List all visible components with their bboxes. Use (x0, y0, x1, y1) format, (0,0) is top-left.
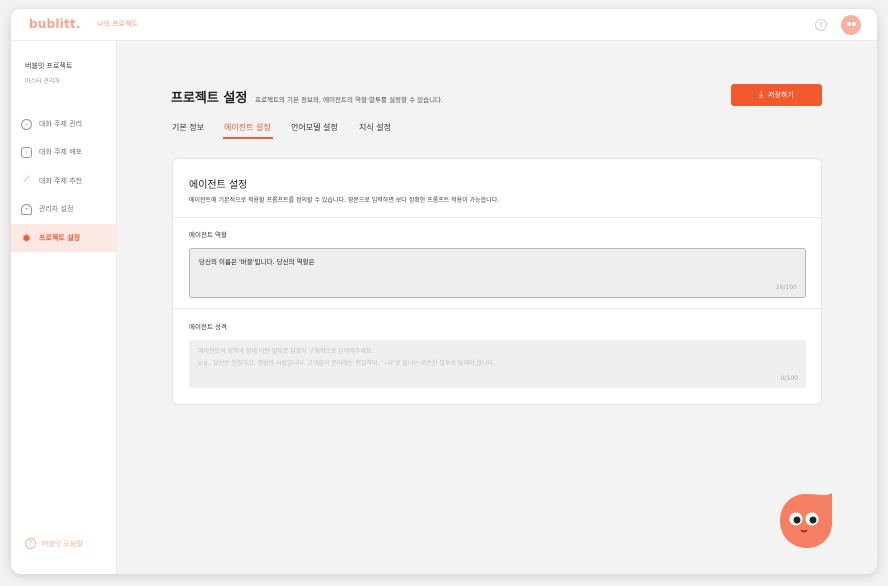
page-title: 프로젝트 설정 (171, 91, 248, 106)
page-subtitle: 프로젝트의 기본 정보와, 에이전트의 역할·말투를 설정할 수 있습니다. (255, 96, 444, 104)
avatar[interactable] (841, 15, 861, 35)
help-guide-label: 버블잇 도움말 (42, 539, 83, 548)
help-icon[interactable]: ? (815, 19, 827, 31)
role-textarea[interactable]: 당신의 이름은 '버블'입니다. 당신의 역할은 26/100 (189, 248, 806, 298)
help-guide-link[interactable]: ? 버블잇 도움말 (25, 538, 83, 549)
sidebar-item-project-settings[interactable]: ✹ 프로젝트 설정 (11, 224, 117, 252)
user-icon: • (21, 203, 32, 215)
divider (173, 308, 821, 309)
breadcrumb[interactable]: 나의 프로젝트 (97, 19, 138, 29)
tab-language-model[interactable]: 언어모델 설정 (291, 122, 338, 133)
project-name: 버블잇 프로젝트 (25, 62, 73, 70)
personality-placeholder-example: e.g., 당신은 친절하고, 명랑한 사람입니다. 고객들의 문의에는 친절하… (198, 360, 495, 367)
role-value: 당신의 이름은 '버블'입니다. 당신의 역할은 (199, 258, 315, 266)
sidebar-item-label: 대화 주제 배포 (39, 148, 83, 156)
sidebar-item-topic-manage[interactable]: − 대화 주제 관리 (11, 110, 117, 138)
tab-agent-settings[interactable]: 에이전트 설정 (224, 122, 271, 133)
sidebar-item-topic-deploy[interactable]: › 대화 주제 배포 (11, 138, 117, 166)
download-icon: ⤓ (759, 90, 764, 100)
sidebar-item-topic-recommend[interactable]: ⟋ 대화 주제 추천 (11, 167, 117, 195)
app-window: bublitt. 나의 프로젝트 ? 버블잇 프로젝트 마스터 관리자 − 대화… (11, 9, 877, 574)
personality-placeholder: 에이전트의 성격과 함께 어떤 말투로 답할지 구체적으로 입력해주세요. (198, 348, 374, 355)
sidebar-item-label: 대화 주제 추천 (39, 177, 83, 185)
magic-wand-icon: ⟋ (23, 174, 30, 185)
terminal-icon: › (21, 146, 32, 158)
gear-icon: ✹ (21, 231, 32, 245)
card-title: 에이전트 설정 (189, 180, 248, 191)
sidebar-item-label: 프로젝트 설정 (39, 234, 81, 242)
active-tab-indicator (223, 137, 273, 139)
personality-label: 에이전트 성격 (189, 323, 227, 331)
top-bar: bublitt. 나의 프로젝트 ? (11, 9, 877, 41)
personality-char-counter: 0/100 (780, 375, 798, 382)
save-button[interactable]: ⤓ 저장하기 (731, 84, 822, 106)
project-role: 마스터 관리자 (25, 78, 61, 85)
sidebar-item-admin-settings[interactable]: • 관리자 설정 (11, 195, 117, 223)
tab-basic-info[interactable]: 기본 정보 (172, 122, 204, 133)
mascot-chat-button[interactable] (776, 491, 836, 551)
agent-settings-card: 에이전트 설정 에이전트에 기본적으로 적용할 프롬프트를 정의할 수 있습니다… (172, 158, 822, 405)
sidebar: 버블잇 프로젝트 마스터 관리자 − 대화 주제 관리 › 대화 주제 배포 ⟋… (11, 41, 117, 574)
role-char-counter: 26/100 (775, 284, 797, 291)
minus-circle-icon: − (21, 118, 32, 130)
personality-textarea[interactable]: 에이전트의 성격과 함께 어떤 말투로 답할지 구체적으로 입력해주세요. e.… (189, 340, 806, 388)
role-label: 에이전트 역할 (189, 231, 227, 239)
card-description: 에이전트에 기본적으로 적용할 프롬프트를 정의할 수 있습니다. 영문으로 입… (189, 197, 500, 204)
question-icon: ? (25, 538, 36, 549)
tab-knowledge[interactable]: 지식 설정 (359, 122, 391, 133)
save-button-label: 저장하기 (768, 91, 794, 99)
logo[interactable]: bublitt. (29, 17, 81, 31)
sidebar-item-label: 관리자 설정 (39, 205, 74, 213)
sidebar-item-label: 대화 주제 관리 (39, 120, 83, 128)
divider (173, 217, 821, 218)
